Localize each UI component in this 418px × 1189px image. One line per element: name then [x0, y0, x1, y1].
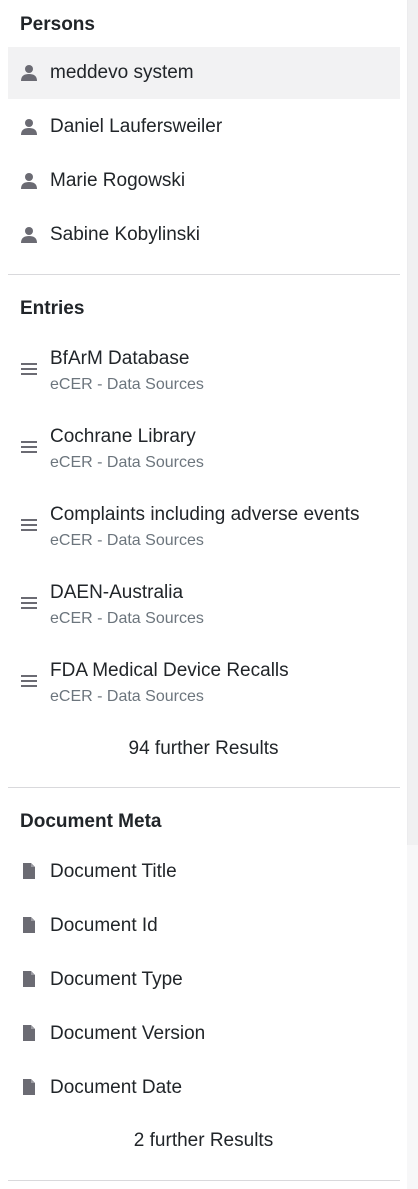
- person-icon: [21, 65, 37, 81]
- document-meta-item[interactable]: Document Version: [8, 1008, 400, 1060]
- document-icon: [23, 863, 35, 879]
- entry-item-subtitle: eCER - Data Sources: [50, 532, 204, 549]
- list-icon: [21, 675, 37, 687]
- entry-item-subtitle: eCER - Data Sources: [50, 376, 204, 393]
- document-meta-item-label: Document Type: [50, 969, 183, 990]
- list-icon: [21, 363, 37, 375]
- entry-item[interactable]: DAEN-Australia eCER - Data Sources: [8, 574, 400, 648]
- document-icon: [23, 1079, 35, 1095]
- search-results-panel: Persons meddevo system Daniel Lauferswei…: [0, 0, 407, 1189]
- person-item[interactable]: Daniel Laufersweiler: [8, 101, 400, 153]
- entries-section-title: Entries: [20, 298, 85, 319]
- entry-item[interactable]: Complaints including adverse events eCER…: [8, 496, 400, 570]
- document-meta-item-label: Document Title: [50, 861, 177, 882]
- entry-item-subtitle: eCER - Data Sources: [50, 688, 204, 705]
- section-divider: [8, 274, 400, 275]
- person-item[interactable]: meddevo system: [8, 47, 400, 99]
- person-item[interactable]: Marie Rogowski: [8, 155, 400, 207]
- entry-item-label: FDA Medical Device Recalls: [50, 660, 289, 681]
- list-icon: [21, 597, 37, 609]
- person-item-label: meddevo system: [50, 62, 194, 83]
- document-meta-item[interactable]: Document Date: [8, 1062, 400, 1114]
- document-meta-item[interactable]: Document Title: [8, 846, 400, 898]
- person-icon: [21, 173, 37, 189]
- entry-item-label: BfArM Database: [50, 348, 190, 369]
- document-icon: [23, 917, 35, 933]
- entry-item[interactable]: BfArM Database eCER - Data Sources: [8, 340, 400, 414]
- document-meta-item-label: Document Version: [50, 1023, 206, 1044]
- person-item-label: Daniel Laufersweiler: [50, 116, 223, 137]
- entries-more-results-link[interactable]: 94 further Results: [0, 738, 407, 760]
- document-meta-more-results-link[interactable]: 2 further Results: [0, 1130, 407, 1152]
- person-icon: [21, 119, 37, 135]
- person-icon: [21, 227, 37, 243]
- section-divider: [8, 787, 400, 788]
- section-divider: [8, 1180, 400, 1181]
- document-icon: [23, 1025, 35, 1041]
- entry-item-subtitle: eCER - Data Sources: [50, 610, 204, 627]
- entry-item[interactable]: Cochrane Library eCER - Data Sources: [8, 418, 400, 492]
- scrollbar-thumb[interactable]: [407, 0, 418, 845]
- person-item-label: Marie Rogowski: [50, 170, 186, 191]
- document-meta-item-label: Document Date: [50, 1077, 183, 1098]
- list-icon: [21, 441, 37, 453]
- document-icon: [23, 971, 35, 987]
- person-item[interactable]: Sabine Kobylinski: [8, 209, 400, 261]
- document-meta-item-label: Document Id: [50, 915, 158, 936]
- entry-item[interactable]: FDA Medical Device Recalls eCER - Data S…: [8, 652, 400, 726]
- entry-item-subtitle: eCER - Data Sources: [50, 454, 204, 471]
- entry-item-label: Complaints including adverse events: [50, 504, 360, 525]
- entry-item-label: DAEN-Australia: [50, 582, 184, 603]
- person-item-label: Sabine Kobylinski: [50, 224, 200, 245]
- document-meta-item[interactable]: Document Id: [8, 900, 400, 952]
- document-meta-item[interactable]: Document Type: [8, 954, 400, 1006]
- entry-item-label: Cochrane Library: [50, 426, 196, 447]
- persons-section-title: Persons: [20, 14, 95, 35]
- list-icon: [21, 519, 37, 531]
- document-meta-section-title: Document Meta: [20, 811, 162, 832]
